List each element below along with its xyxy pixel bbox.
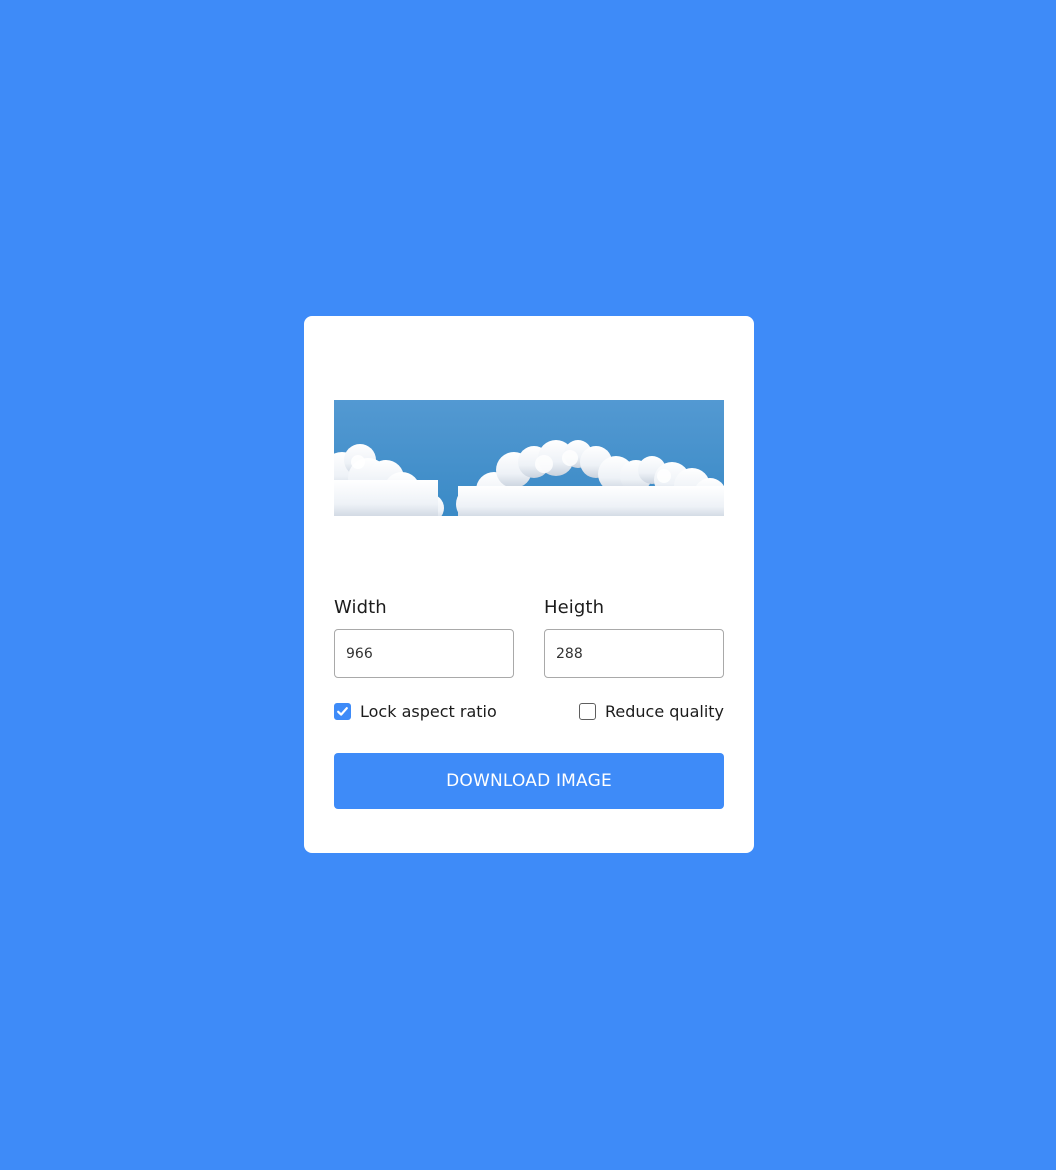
clouds-image <box>334 400 724 516</box>
reduce-quality-option[interactable]: Reduce quality <box>579 701 724 721</box>
image-preview <box>334 400 724 516</box>
width-label: Width <box>334 597 387 618</box>
height-input[interactable] <box>544 629 724 678</box>
height-label: Heigth <box>544 597 605 618</box>
lock-aspect-checkbox[interactable] <box>334 702 351 720</box>
download-image-button[interactable]: DOWNLOAD IMAGE <box>334 753 724 809</box>
resizer-card: Width Heigth Lock aspect ratio Reduce qu… <box>304 316 754 853</box>
width-input[interactable] <box>334 629 514 678</box>
reduce-quality-label: Reduce quality <box>605 701 724 721</box>
bottom-edge <box>0 1170 1056 1175</box>
lock-aspect-label: Lock aspect ratio <box>360 701 497 721</box>
reduce-quality-checkbox[interactable] <box>579 702 596 720</box>
page-background: { "colors": { "background": "#3e8bf8", "… <box>0 0 1056 1175</box>
lock-aspect-option[interactable]: Lock aspect ratio <box>334 701 497 721</box>
checkmark-icon <box>337 706 348 716</box>
